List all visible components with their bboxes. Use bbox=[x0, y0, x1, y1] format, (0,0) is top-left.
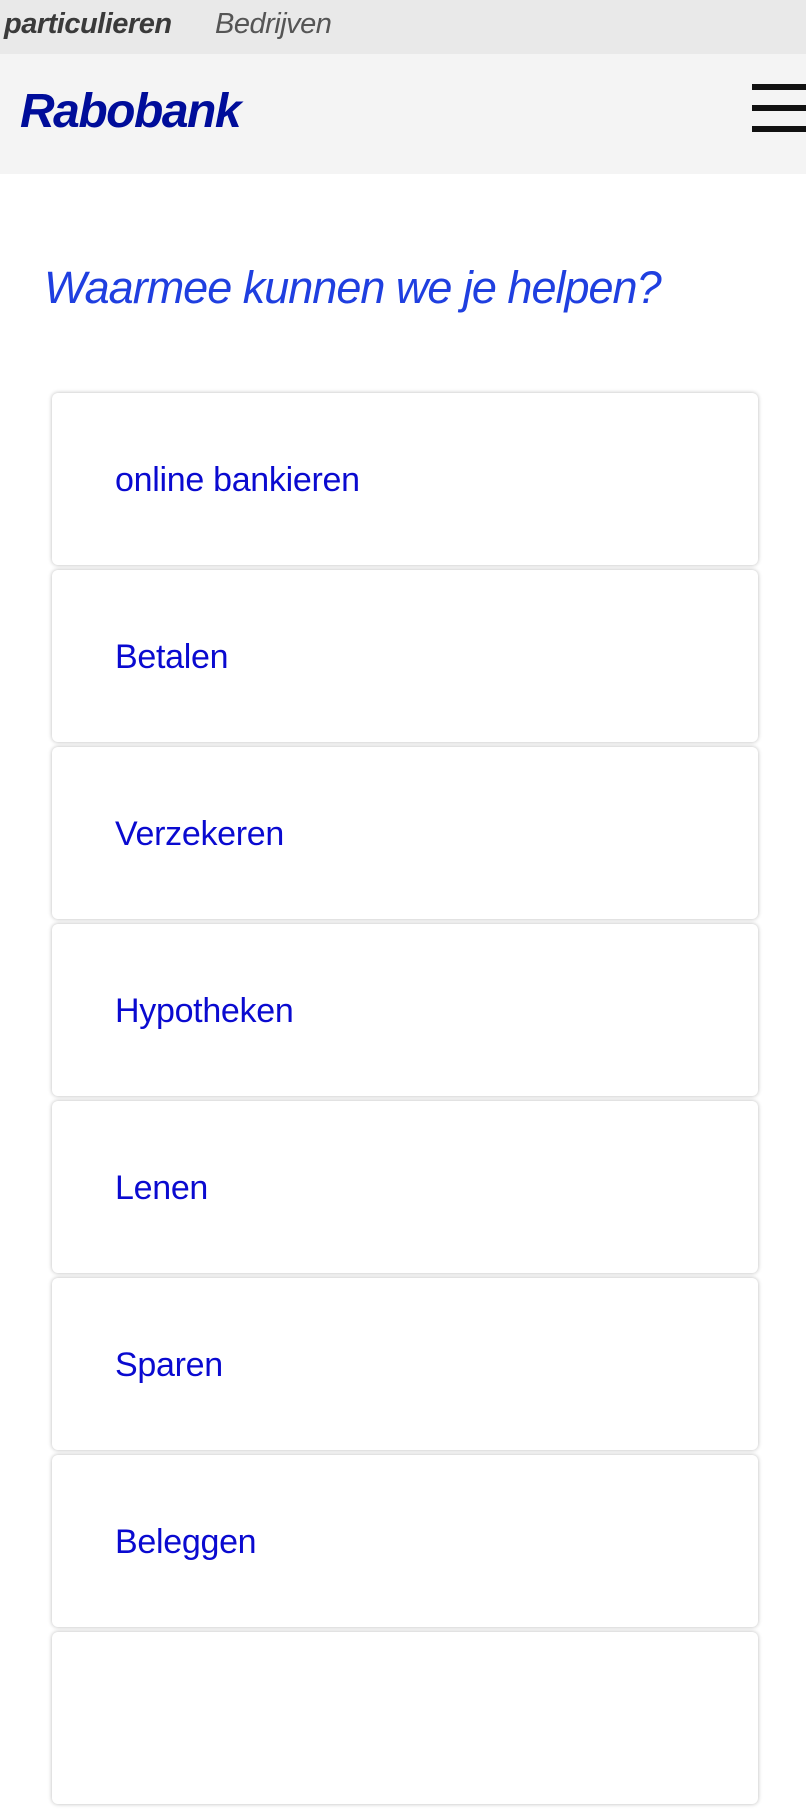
topic-label: Beleggen bbox=[115, 1523, 257, 1561]
topic-label: online bankieren bbox=[115, 461, 360, 499]
topic-card-beleggen[interactable]: Beleggen bbox=[52, 1455, 758, 1627]
topic-card-partial[interactable] bbox=[52, 1632, 758, 1804]
topic-label: Verzekeren bbox=[115, 815, 284, 853]
segment-particulieren-link[interactable]: particulieren bbox=[4, 8, 172, 41]
topic-card-sparen[interactable]: Sparen bbox=[52, 1278, 758, 1450]
topic-label: Hypotheken bbox=[115, 992, 294, 1030]
topic-label: Betalen bbox=[115, 638, 229, 676]
topic-label: Sparen bbox=[115, 1346, 223, 1384]
page-question: Waarmee kunnen we je helpen? bbox=[44, 262, 662, 313]
hamburger-line bbox=[752, 84, 806, 90]
segment-bar: particulieren Bedrijven bbox=[0, 0, 806, 54]
hamburger-line bbox=[752, 126, 806, 132]
site-header: Rabobank bbox=[0, 54, 806, 174]
topic-card-lenen[interactable]: Lenen bbox=[52, 1101, 758, 1273]
topic-card-verzekeren[interactable]: Verzekeren bbox=[52, 747, 758, 919]
topic-card-betalen[interactable]: Betalen bbox=[52, 570, 758, 742]
hamburger-line bbox=[752, 105, 806, 111]
segment-bedrijven-link[interactable]: Bedrijven bbox=[215, 8, 332, 41]
rabobank-logo[interactable]: Rabobank bbox=[20, 84, 242, 139]
help-topic-list: online bankieren Betalen Verzekeren Hypo… bbox=[52, 393, 758, 1809]
topic-card-hypotheken[interactable]: Hypotheken bbox=[52, 924, 758, 1096]
topic-card-online-bankieren[interactable]: online bankieren bbox=[52, 393, 758, 565]
hamburger-menu-icon[interactable] bbox=[752, 84, 806, 136]
topic-label: Lenen bbox=[115, 1169, 209, 1207]
